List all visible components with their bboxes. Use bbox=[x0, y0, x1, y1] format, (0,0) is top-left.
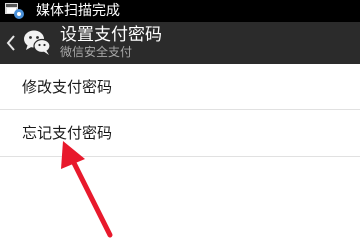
media-scan-icon bbox=[4, 2, 26, 20]
chevron-left-icon[interactable] bbox=[4, 30, 18, 56]
arrow-icon bbox=[55, 135, 125, 240]
menu-item-change-password[interactable]: 修改支付密码 bbox=[0, 64, 360, 110]
menu-list: 修改支付密码 忘记支付密码 bbox=[0, 64, 360, 157]
title-bar: 设置支付密码 微信安全支付 bbox=[0, 22, 360, 64]
status-bar: 媒体扫描完成 bbox=[0, 0, 360, 22]
wechat-logo-icon[interactable] bbox=[22, 27, 52, 57]
notification-text: 媒体扫描完成 bbox=[36, 3, 120, 19]
page-subtitle: 微信安全支付 bbox=[60, 45, 133, 59]
menu-item-label: 修改支付密码 bbox=[22, 78, 113, 96]
page-title: 设置支付密码 bbox=[60, 25, 162, 45]
menu-item-forgot-password[interactable]: 忘记支付密码 bbox=[0, 110, 360, 157]
